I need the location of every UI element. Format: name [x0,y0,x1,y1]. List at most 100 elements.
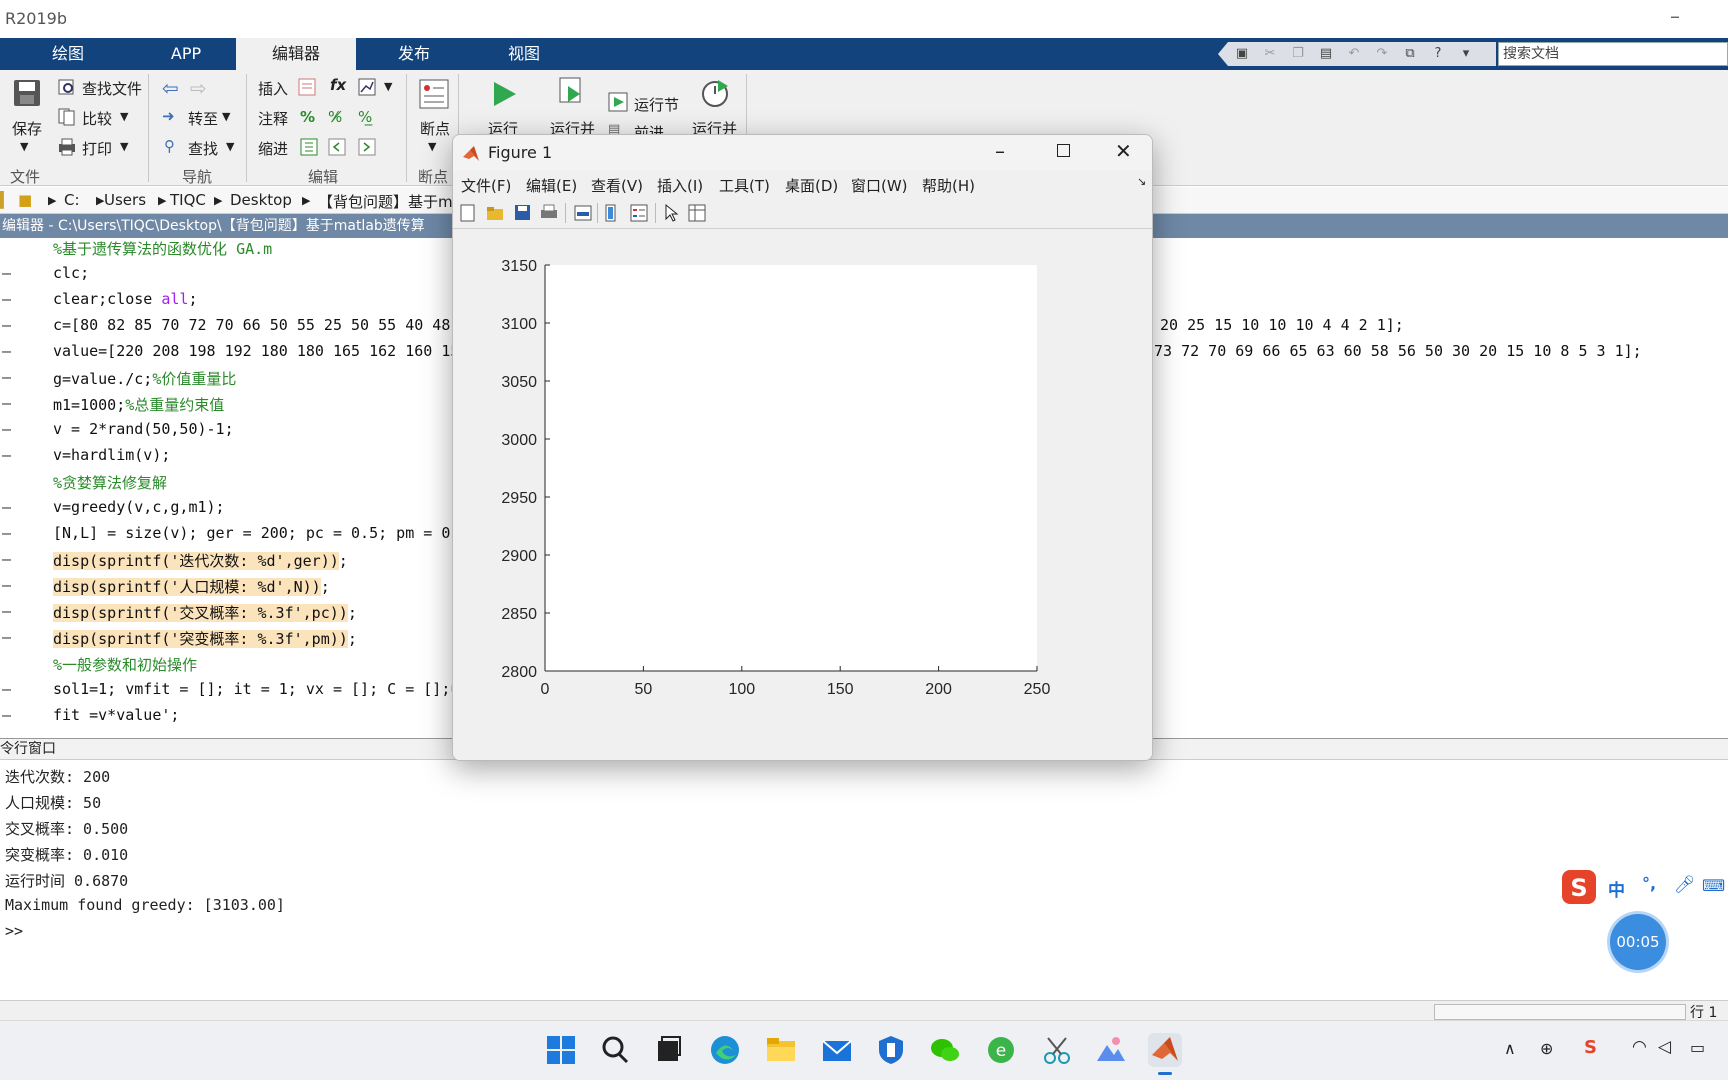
insert-dropdown-icon[interactable]: ▼ [384,80,392,93]
menu-view[interactable]: 查看(V) [591,175,643,196]
close-button[interactable]: ✕ [1115,139,1132,163]
print-button[interactable]: 打印 [82,138,112,159]
goto-button[interactable]: 转至 [188,108,218,129]
redo-icon[interactable]: ↷ [1374,46,1390,62]
compare-button[interactable]: 比较 [82,108,112,129]
browser-icon[interactable]: e [984,1033,1018,1067]
battery-icon[interactable]: ▭ [1690,1038,1705,1057]
find-files-button[interactable]: 查找文件 [82,78,142,99]
print-dropdown-icon[interactable]: ▼ [120,140,128,153]
wechat-icon[interactable] [928,1033,962,1067]
file-explorer-icon[interactable] [764,1033,798,1067]
cursor-arrow-icon[interactable] [663,203,679,223]
legend-icon[interactable] [629,203,649,223]
open-file-icon[interactable] [485,203,505,223]
colorbar-icon[interactable] [603,203,619,223]
insert-function-button[interactable]: fx [330,76,346,94]
tab-editor[interactable]: 编辑器 [236,38,356,70]
search-input[interactable]: 搜索文档 [1498,42,1728,66]
property-editor-icon[interactable] [687,203,707,223]
comment-percent-icon[interactable]: % [300,108,315,126]
start-icon[interactable] [544,1033,578,1067]
ime-chinese-mode[interactable]: 中 [1608,876,1625,901]
path-segment[interactable]: Users [104,191,146,209]
wrap-comment-icon[interactable]: %̲ [358,108,372,126]
minimize-button[interactable]: – [995,139,1005,163]
breakpoint-marker[interactable]: — [2,446,11,464]
minimize-button[interactable]: – [1670,4,1680,28]
compare-dropdown-icon[interactable]: ▼ [120,110,128,123]
path-arrow-icon[interactable]: ▶ [158,194,166,207]
uncomment-icon[interactable]: %̸ [328,108,342,126]
task-view-icon[interactable] [652,1033,686,1067]
decrease-indent-icon[interactable] [328,138,346,156]
recording-timer[interactable]: 00:05 [1610,914,1666,970]
edge-icon[interactable] [708,1033,742,1067]
new-figure-icon[interactable] [459,203,477,223]
back-arrow-icon[interactable]: ⇦ [162,76,179,100]
cut-icon[interactable]: ✂ [1262,46,1278,62]
paste-icon[interactable]: ▤ [1318,46,1334,62]
wifi-icon[interactable]: ◠ [1632,1037,1647,1057]
path-arrow-icon[interactable]: ▶ [48,194,56,207]
shield-icon[interactable] [874,1033,908,1067]
breakpoint-marker[interactable]: — [2,290,11,308]
command-prompt[interactable]: >> [5,922,23,940]
breakpoint-marker[interactable]: — [2,628,11,646]
keyboard-icon[interactable]: ⌨ [1702,876,1725,895]
menu-insert[interactable]: 插入(I) [657,175,703,196]
menu-window[interactable]: 窗口(W) [851,175,908,196]
chevron-down-icon[interactable]: ▾ [1458,46,1474,62]
breakpoint-marker[interactable]: — [2,524,11,542]
breakpoint-marker[interactable]: — [2,316,11,334]
sogou-logo-icon[interactable]: S [1560,868,1598,906]
menu-desktop[interactable]: 桌面(D) [785,175,838,196]
matlab-icon[interactable] [1148,1033,1182,1067]
figure-window[interactable]: Figure 1 – ✕ 文件(F) 编辑(E) 查看(V) 插入(I) 工具(… [452,134,1153,761]
microphone-icon[interactable]: 🎤︎ [1674,875,1696,895]
breakpoint-marker[interactable]: — [2,420,11,438]
increase-indent-icon[interactable] [358,138,376,156]
figure-titlebar[interactable]: Figure 1 – ✕ [453,135,1152,171]
path-arrow-icon[interactable]: ▶ [302,194,310,207]
tab-view[interactable]: 视图 [472,38,576,70]
ime-tray-icon[interactable]: ⊕ [1540,1039,1553,1058]
dock-arrow-icon[interactable]: ↘ [1137,175,1146,188]
save-icon[interactable] [513,203,531,223]
copy-icon[interactable]: ❐ [1290,46,1306,62]
save-button[interactable]: 保存 [12,118,42,139]
save-dropdown-icon[interactable]: ▼ [20,140,28,153]
figure-plot-area[interactable]: 0 50 100 150 200 250 2800 2850 2900 2950 3000 3050 3… [453,229,1152,761]
breakpoint-marker[interactable]: — [2,264,11,282]
volume-icon[interactable]: ◁ [1658,1037,1671,1057]
chart-svg[interactable]: 0 50 100 150 200 250 2800 2850 2900 2950 3000 3050 3… [453,229,1152,761]
chevron-up-icon[interactable]: ∧ [1504,1039,1516,1058]
path-segment[interactable]: Desktop [230,191,292,209]
goto-dropdown-icon[interactable]: ▼ [222,110,230,123]
insert-section-icon[interactable] [298,78,316,96]
path-arrow-icon[interactable]: ▶ [214,194,222,207]
menu-edit[interactable]: 编辑(E) [526,175,577,196]
switch-windows-icon[interactable]: ⧉ [1402,46,1418,62]
folder-icon[interactable]: ■ [18,191,32,209]
breakpoint-marker[interactable]: — [2,550,11,568]
folder-up-icon[interactable]: ▌ [0,191,10,209]
tab-publish[interactable]: 发布 [356,38,472,70]
path-segment[interactable]: TIQC [170,191,206,209]
link-plot-icon[interactable] [573,203,593,223]
sogou-tray-icon[interactable]: S [1584,1037,1597,1058]
save-icon[interactable]: ▣ [1234,46,1250,62]
search-icon[interactable] [598,1033,632,1067]
path-segment[interactable]: C: [64,191,80,209]
path-segment[interactable]: 【背包问题】基于m [318,191,453,212]
find-dropdown-icon[interactable]: ▼ [226,140,234,153]
photos-icon[interactable] [1094,1033,1128,1067]
menu-file[interactable]: 文件(F) [461,175,511,196]
print-icon[interactable] [539,203,559,223]
breakpoint-marker[interactable]: — [2,602,11,620]
insert-chart-icon[interactable] [358,78,376,96]
breakpoint-marker[interactable]: — [2,576,11,594]
smart-indent-icon[interactable] [300,138,318,156]
breakpoint-marker[interactable]: — [2,498,11,516]
tab-plots[interactable]: 绘图 [0,38,136,70]
